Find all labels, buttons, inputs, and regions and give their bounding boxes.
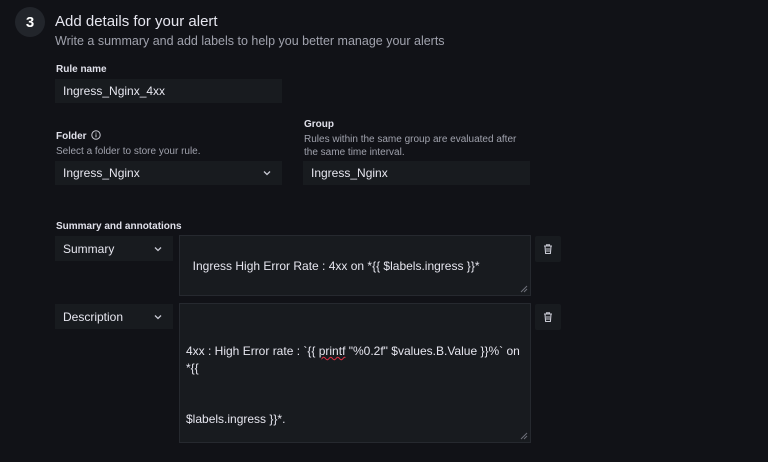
chevron-down-icon	[263, 171, 271, 176]
description-text-misspelled: printf	[318, 344, 346, 358]
trash-icon	[544, 244, 552, 255]
chevron-down-icon	[154, 314, 162, 319]
annotation-key-value: Description	[63, 309, 124, 324]
info-circle-icon[interactable]	[90, 130, 101, 140]
folder-description: Select a folder to store your rule.	[56, 146, 201, 157]
group-description: Rules within the same group are evaluate…	[304, 133, 516, 159]
section-title: Add details for your alert	[55, 13, 218, 30]
annotation-key-select-summary[interactable]: Summary	[55, 236, 173, 261]
description-text-part1: 4xx : High Error rate : `{{	[186, 344, 319, 358]
annotation-value-description[interactable]: 4xx : High Error rate : `{{ printf "%0.2…	[179, 303, 531, 443]
rule-name-label: Rule name	[56, 64, 107, 75]
annotation-key-select-description[interactable]: Description	[55, 304, 173, 329]
chevron-down-icon	[154, 246, 162, 251]
resize-handle-icon[interactable]	[520, 432, 528, 440]
group-label: Group	[304, 119, 334, 130]
annotation-value-text: Ingress High Error Rate : 4xx on *{{ $la…	[192, 259, 480, 273]
annotation-value-line1: 4xx : High Error rate : `{{ printf "%0.2…	[186, 343, 524, 377]
rule-name-input[interactable]: Ingress_Nginx_4xx	[55, 79, 282, 103]
delete-summary-button[interactable]	[535, 236, 561, 262]
folder-select-value: Ingress_Nginx	[63, 166, 140, 180]
folder-label: Folder	[56, 130, 101, 142]
folder-select[interactable]: Ingress_Nginx	[55, 161, 282, 185]
group-description-line1: Rules within the same group are evaluate…	[304, 134, 517, 145]
annotation-value-summary[interactable]: Ingress High Error Rate : 4xx on *{{ $la…	[179, 235, 531, 296]
annotation-value-line2: $labels.ingress }}*.	[186, 412, 286, 426]
group-input[interactable]: Ingress_Nginx	[303, 161, 530, 185]
annotation-key-value: Summary	[63, 241, 115, 256]
trash-icon	[544, 312, 552, 323]
folder-label-text: Folder	[56, 131, 87, 142]
annotations-label: Summary and annotations	[56, 221, 182, 232]
resize-handle-icon[interactable]	[520, 285, 528, 293]
section-subtitle: Write a summary and add labels to help y…	[55, 34, 445, 48]
group-description-line2: the same time interval.	[304, 147, 405, 158]
step-number-badge: 3	[15, 7, 45, 37]
delete-description-button[interactable]	[535, 304, 561, 330]
